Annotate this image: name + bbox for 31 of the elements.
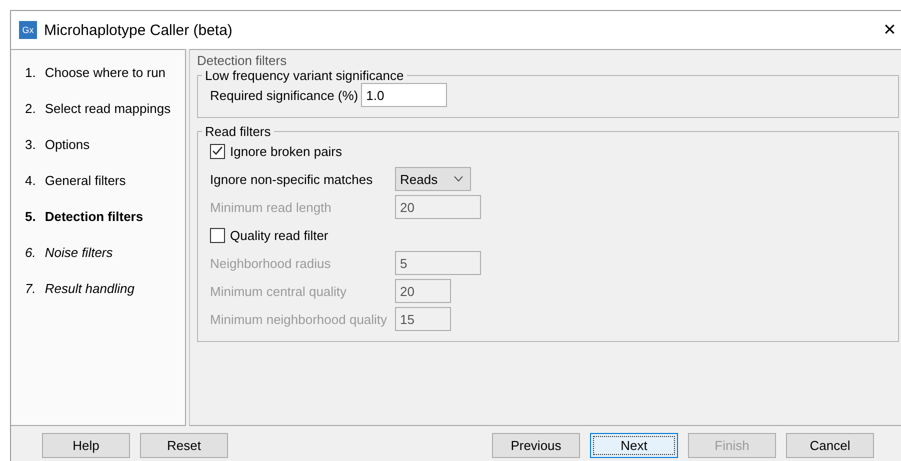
wizard-step: 3. Options: [11, 134, 185, 156]
field-label: Minimum central quality: [210, 284, 348, 298]
app-icon: Gx: [19, 21, 37, 39]
group-title: Low frequency variant significance: [204, 68, 405, 83]
wizard-step: 6. Noise filters: [11, 242, 185, 264]
field-label: Neighborhood radius: [210, 256, 332, 270]
group-title: Read filters: [204, 124, 272, 139]
field-label: Ignore non-specific matches: [210, 172, 374, 186]
checkbox-label: Quality read filter: [230, 228, 328, 242]
field-label: Required significance (%): [210, 88, 358, 102]
page-title: Detection filters: [197, 53, 288, 68]
dialog-button[interactable]: Cancel: [786, 432, 874, 458]
text-field[interactable]: 1.0: [361, 83, 448, 107]
wizard-step: 5. Detection filters: [11, 206, 185, 228]
dialog-button[interactable]: Help: [42, 432, 130, 458]
dialog-button[interactable]: Previous: [492, 432, 580, 458]
dialog-button[interactable]: Next: [590, 432, 678, 458]
dialog-button[interactable]: Reset: [140, 432, 228, 458]
close-button[interactable]: ✕: [883, 20, 896, 40]
checkbox[interactable]: [210, 144, 225, 158]
field-label: Minimum neighborhood quality: [210, 312, 388, 326]
window-title: Microhaplotype Caller (beta): [44, 22, 234, 38]
checkbox-label: Ignore broken pairs: [230, 144, 342, 158]
field-label: Minimum read length: [210, 200, 332, 214]
wizard-step: 2. Select read mappings: [11, 98, 185, 120]
wizard-step: 7. Result handling: [11, 278, 185, 300]
caret-icon: [454, 176, 463, 182]
wizard-step: 1. Choose where to run: [11, 62, 185, 84]
wizard-step: 4. General filters: [11, 170, 185, 192]
checkbox[interactable]: [210, 228, 225, 242]
dropdown[interactable]: Reads: [395, 167, 471, 191]
